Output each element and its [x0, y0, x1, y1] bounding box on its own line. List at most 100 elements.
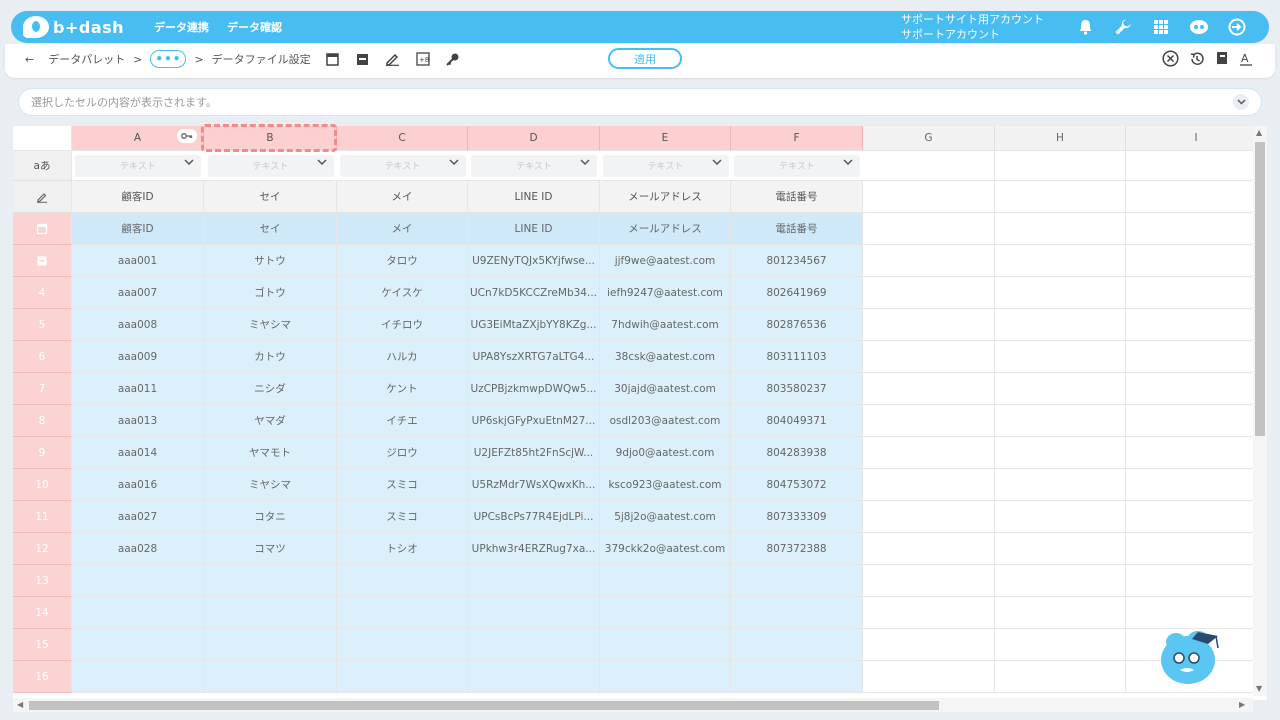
label-cell[interactable]: 顧客ID: [72, 181, 204, 213]
empty-cell[interactable]: [1126, 405, 1267, 437]
data-cell[interactable]: [600, 661, 731, 693]
label-cell[interactable]: 電話番号: [731, 181, 863, 213]
data-cell[interactable]: 807333309: [731, 501, 863, 533]
key-icon[interactable]: [445, 51, 461, 67]
vertical-scroll-thumb[interactable]: [1255, 142, 1265, 436]
data-cell[interactable]: aaa001: [72, 245, 204, 277]
empty-cell[interactable]: [1126, 213, 1267, 245]
data-cell[interactable]: [600, 597, 731, 629]
type-cell[interactable]: テキスト: [337, 151, 468, 181]
data-cell[interactable]: UCn7kD5KCCZreMb34...: [468, 277, 600, 309]
data-cell[interactable]: [204, 597, 337, 629]
data-cell[interactable]: 803111103: [731, 341, 863, 373]
data-cell[interactable]: [600, 565, 731, 597]
data-cell[interactable]: [337, 565, 468, 597]
table-icon[interactable]: [355, 51, 371, 67]
type-cell[interactable]: テキスト: [600, 151, 731, 181]
data-cell[interactable]: [204, 661, 337, 693]
data-cell[interactable]: 9djo0@aatest.com: [600, 437, 731, 469]
type-cell[interactable]: テキスト: [731, 151, 863, 181]
data-cell[interactable]: U2JEFZt85ht2FnScjW...: [468, 437, 600, 469]
nav-data-check[interactable]: データ確認: [227, 19, 282, 35]
empty-cell[interactable]: [995, 565, 1126, 597]
data-cell[interactable]: ジロウ: [337, 437, 468, 469]
empty-cell[interactable]: [1126, 181, 1267, 213]
type-select[interactable]: テキスト: [734, 154, 860, 177]
column-header-c[interactable]: C: [337, 126, 468, 151]
empty-cell[interactable]: [1126, 501, 1267, 533]
empty-cell[interactable]: [863, 501, 995, 533]
data-cell[interactable]: aaa027: [72, 501, 204, 533]
header-cell[interactable]: メイ: [337, 213, 468, 245]
logo[interactable]: b+dash: [23, 11, 124, 43]
column-header-h[interactable]: H: [995, 126, 1126, 151]
type-select[interactable]: テキスト: [471, 154, 597, 177]
empty-cell[interactable]: [995, 661, 1126, 693]
history-icon[interactable]: [1189, 51, 1205, 71]
label-cell[interactable]: セイ: [204, 181, 337, 213]
data-cell[interactable]: UPA8YszXRTG7aLTG4...: [468, 341, 600, 373]
data-cell[interactable]: [337, 661, 468, 693]
empty-cell[interactable]: [1126, 245, 1267, 277]
data-cell[interactable]: イチロウ: [337, 309, 468, 341]
empty-cell[interactable]: [995, 597, 1126, 629]
data-cell[interactable]: ニシダ: [204, 373, 337, 405]
column-header-a[interactable]: A: [72, 126, 204, 151]
header-cell[interactable]: 電話番号: [731, 213, 863, 245]
empty-cell[interactable]: [995, 405, 1126, 437]
empty-cell[interactable]: [863, 629, 995, 661]
empty-cell[interactable]: [1126, 469, 1267, 501]
data-cell[interactable]: U9ZENyTQJx5KYjfwse...: [468, 245, 600, 277]
data-cell[interactable]: サトウ: [204, 245, 337, 277]
empty-cell[interactable]: [863, 181, 995, 213]
breadcrumb-more-button[interactable]: •••: [150, 50, 187, 68]
cell-content-bar[interactable]: 選択したセルの内容が表示されます。: [18, 88, 1262, 116]
data-cell[interactable]: [204, 629, 337, 661]
data-cell[interactable]: [468, 565, 600, 597]
data-cell[interactable]: [468, 629, 600, 661]
data-cell[interactable]: コマツ: [204, 533, 337, 565]
data-cell[interactable]: [72, 661, 204, 693]
scroll-right-icon[interactable]: ▶: [1239, 700, 1245, 709]
data-cell[interactable]: 804049371: [731, 405, 863, 437]
empty-cell[interactable]: [863, 565, 995, 597]
data-cell[interactable]: 7hdwih@aatest.com: [600, 309, 731, 341]
empty-cell[interactable]: [1126, 597, 1267, 629]
data-cell[interactable]: UzCPBjzkmwpDWQw5...: [468, 373, 600, 405]
empty-cell[interactable]: [863, 341, 995, 373]
data-cell[interactable]: [337, 597, 468, 629]
data-cell[interactable]: [731, 565, 863, 597]
data-cell[interactable]: 38csk@aatest.com: [600, 341, 731, 373]
empty-cell[interactable]: [995, 213, 1126, 245]
back-arrow-icon[interactable]: ←: [25, 53, 34, 66]
empty-cell[interactable]: [995, 277, 1126, 309]
empty-cell[interactable]: [863, 245, 995, 277]
empty-cell[interactable]: [863, 661, 995, 693]
empty-cell[interactable]: [995, 629, 1126, 661]
type-cell[interactable]: テキスト: [468, 151, 600, 181]
data-cell[interactable]: aaa011: [72, 373, 204, 405]
data-cell[interactable]: ヤマダ: [204, 405, 337, 437]
brain-icon[interactable]: [1189, 17, 1209, 37]
empty-cell[interactable]: [1126, 341, 1267, 373]
header-cell[interactable]: セイ: [204, 213, 337, 245]
label-cell[interactable]: LINE ID: [468, 181, 600, 213]
scroll-up-icon[interactable]: ▲: [1256, 128, 1262, 137]
empty-cell[interactable]: [863, 597, 995, 629]
scroll-down-icon[interactable]: ▼: [1256, 684, 1262, 693]
column-header-e[interactable]: E: [600, 126, 731, 151]
data-cell[interactable]: 801234567: [731, 245, 863, 277]
type-cell[interactable]: テキスト: [72, 151, 204, 181]
data-cell[interactable]: カトウ: [204, 341, 337, 373]
data-cell[interactable]: UP6skjGFyPxuEtnM27...: [468, 405, 600, 437]
data-cell[interactable]: [72, 629, 204, 661]
data-cell[interactable]: 803580237: [731, 373, 863, 405]
font-icon[interactable]: A: [1239, 51, 1253, 70]
data-cell[interactable]: 802641969: [731, 277, 863, 309]
data-cell[interactable]: コタニ: [204, 501, 337, 533]
column-header-f[interactable]: F: [731, 126, 863, 151]
grid-icon[interactable]: [1151, 17, 1171, 37]
edit-icon[interactable]: [385, 51, 401, 67]
type-select[interactable]: テキスト: [602, 154, 729, 177]
empty-cell[interactable]: [1126, 437, 1267, 469]
